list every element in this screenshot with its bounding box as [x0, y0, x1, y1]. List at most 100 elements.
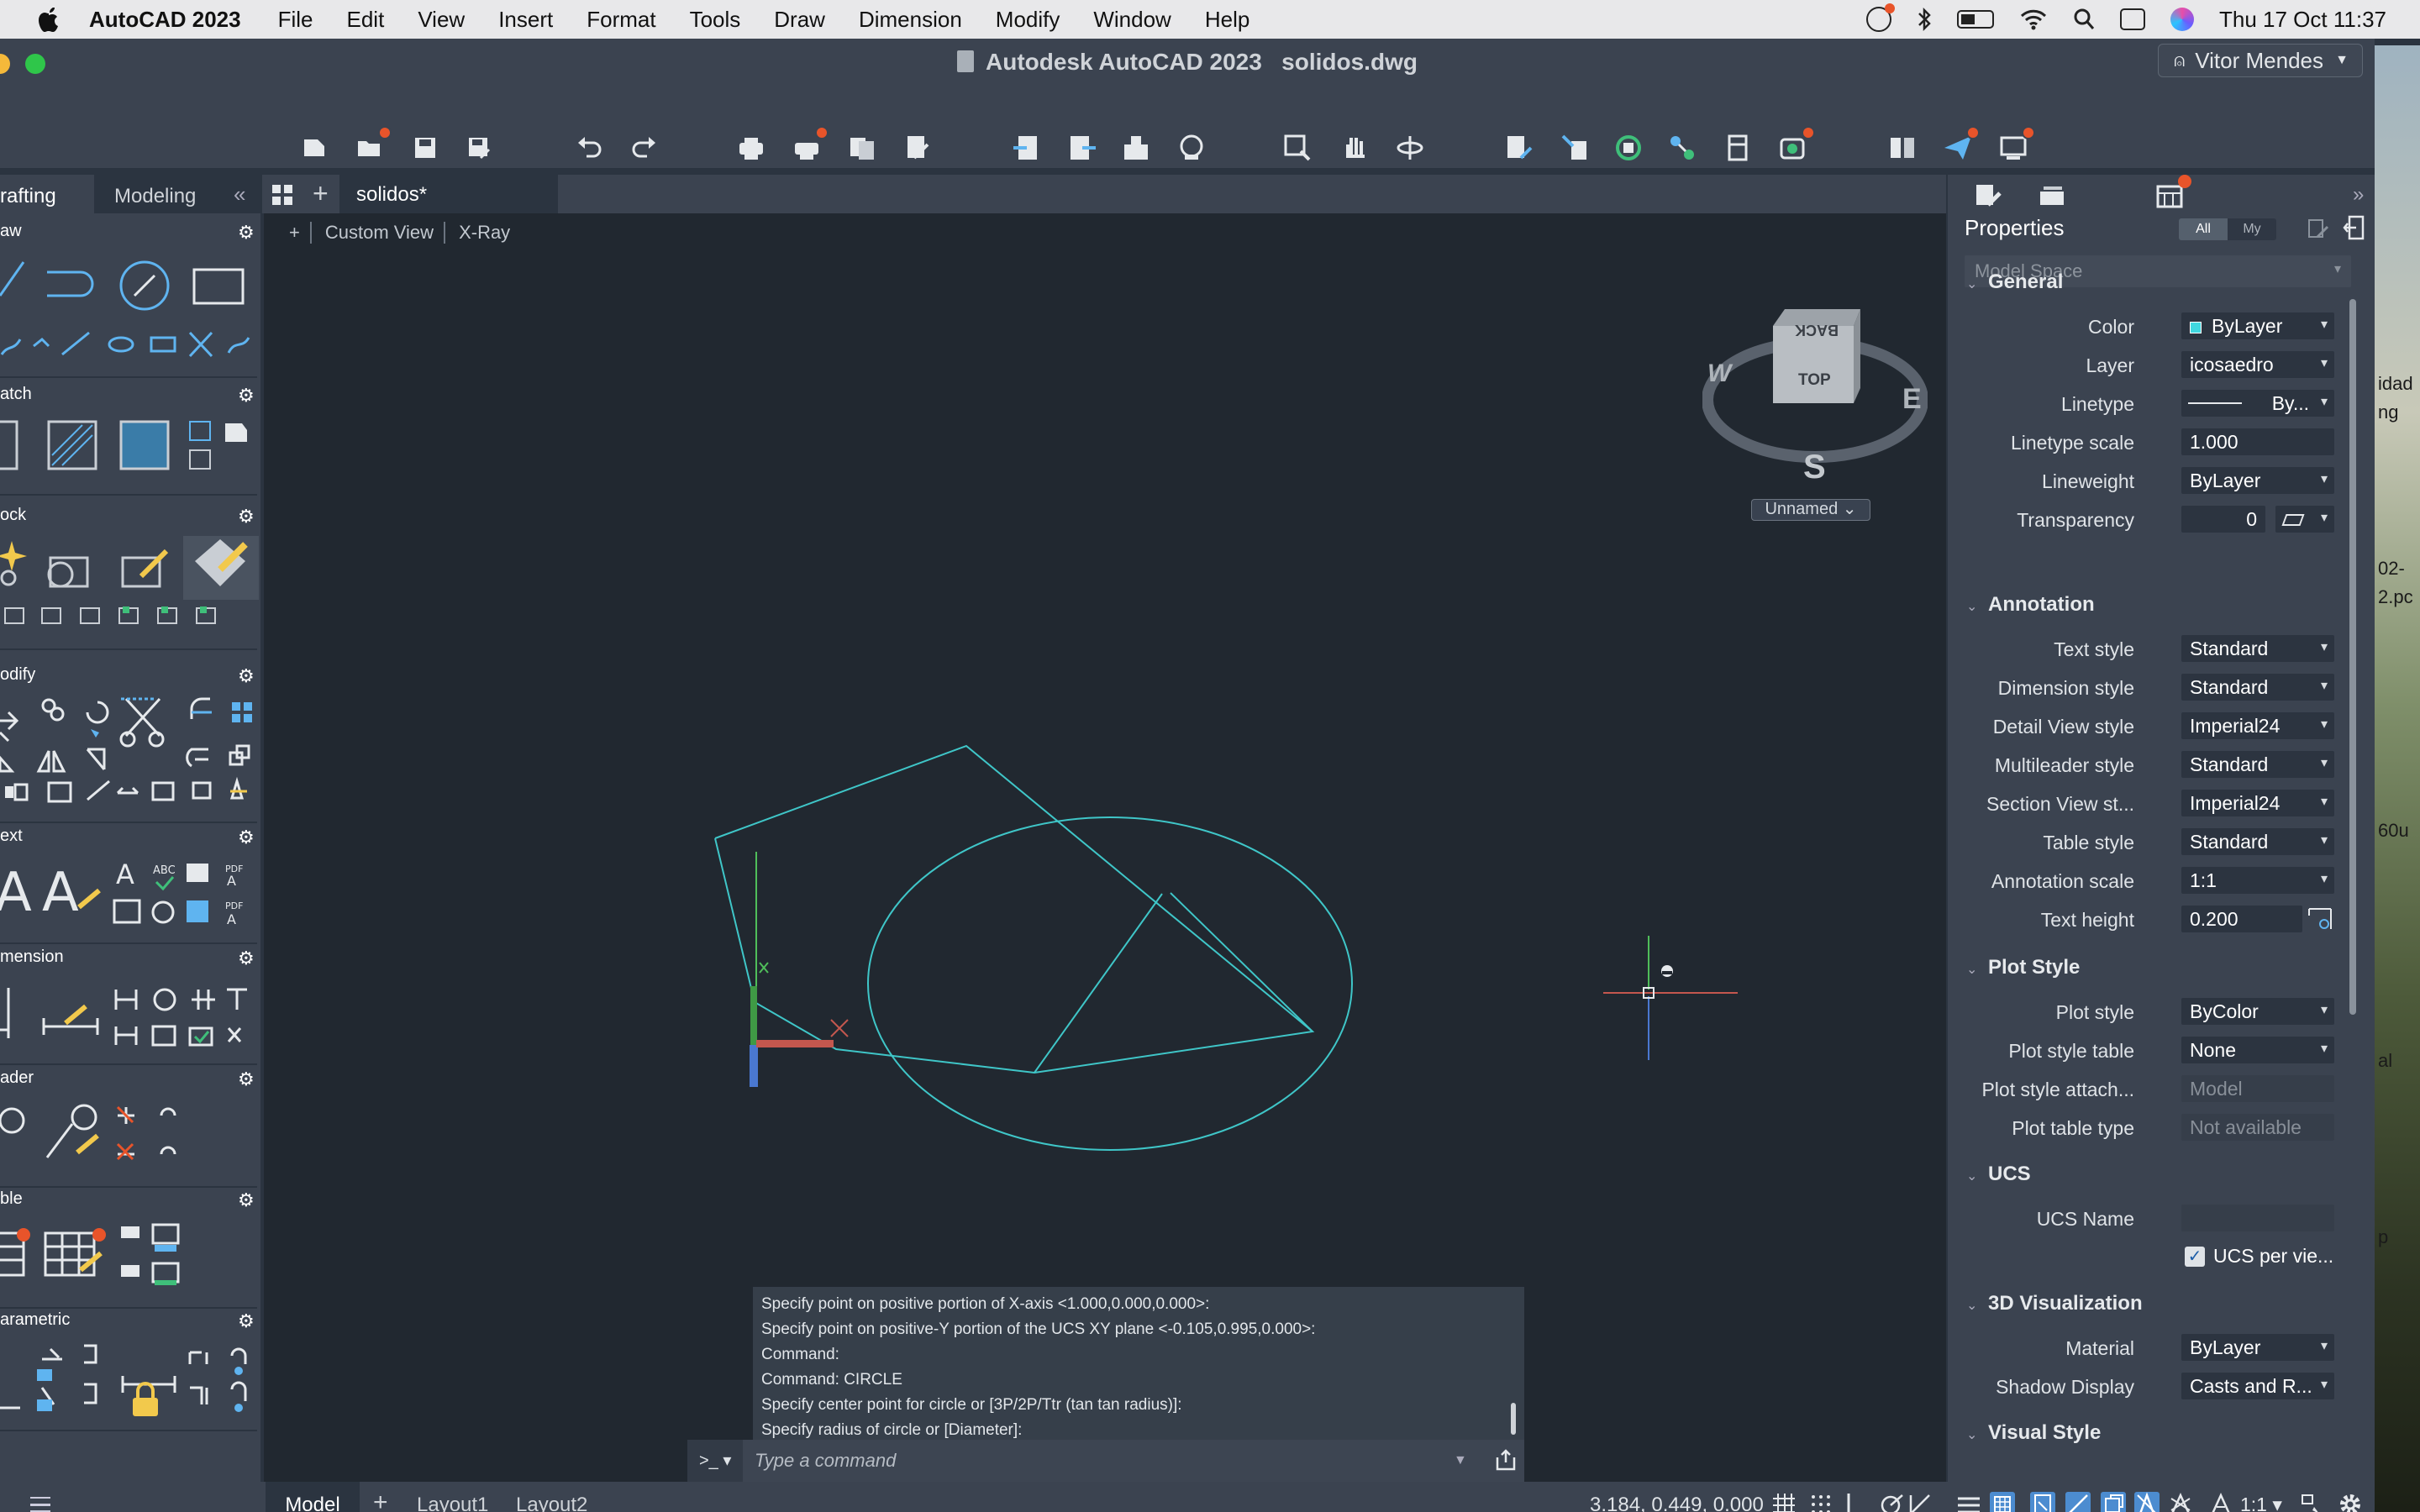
- section-visual-style[interactable]: ⌄ Visual Style: [1966, 1421, 2101, 1445]
- annotation-visibility-icon[interactable]: [2134, 1492, 2160, 1512]
- circle-icon[interactable]: [118, 259, 171, 312]
- line-icon[interactable]: [0, 259, 25, 297]
- match-properties-icon[interactable]: [1560, 133, 1590, 163]
- hatch-tools[interactable]: [0, 418, 252, 472]
- save-icon[interactable]: [410, 133, 440, 163]
- table-style-field[interactable]: Standard: [2181, 828, 2334, 855]
- menu-window[interactable]: Window: [1093, 7, 1171, 33]
- share-icon[interactable]: [1121, 133, 1151, 163]
- shadow-display-field[interactable]: Casts and R...: [2181, 1373, 2334, 1399]
- section-annotation[interactable]: ⌄ Annotation: [1966, 593, 2095, 617]
- command-input[interactable]: [743, 1450, 1454, 1472]
- dynamic-ucs-icon[interactable]: [2101, 1492, 2126, 1512]
- menu-dimension[interactable]: Dimension: [859, 7, 962, 33]
- workspace-icon[interactable]: [2299, 1492, 2324, 1512]
- section-plot-style[interactable]: ⌄ Plot Style: [1966, 956, 2080, 979]
- auto-scale-icon[interactable]: [2168, 1492, 2193, 1512]
- table-tools[interactable]: [0, 1216, 262, 1292]
- siri-icon[interactable]: [2170, 8, 2195, 31]
- gear-icon[interactable]: ⚙: [238, 948, 255, 969]
- compare-icon[interactable]: [1887, 133, 1918, 163]
- bluetooth-icon[interactable]: [1917, 7, 1932, 32]
- compass-s[interactable]: S: [1803, 449, 1826, 486]
- menu-app-name[interactable]: AutoCAD 2023: [89, 7, 241, 33]
- new-tab-button[interactable]: +: [313, 178, 329, 209]
- draw-small-tools[interactable]: [0, 329, 252, 360]
- menu-file[interactable]: File: [278, 7, 313, 33]
- text-tools[interactable]: A A A ABC PDF A PDF A: [0, 858, 262, 929]
- ucs-menu[interactable]: Unnamed ⌄: [1751, 499, 1870, 521]
- section-3d-visualization[interactable]: ⌄ 3D Visualization: [1966, 1292, 2143, 1315]
- drawing-viewport[interactable]: + Custom View X-Ray BACK TOP W E S Unnam…: [264, 213, 1946, 1482]
- material-field[interactable]: ByLayer: [2181, 1334, 2334, 1361]
- menu-insert[interactable]: Insert: [498, 7, 553, 33]
- plot-style-table-field[interactable]: None: [2181, 1037, 2334, 1063]
- text-style-field[interactable]: Standard: [2181, 635, 2334, 662]
- linetype-scale-field[interactable]: 1.000: [2181, 428, 2334, 455]
- batch-plot-icon[interactable]: [792, 126, 829, 163]
- command-dropdown-icon[interactable]: ▼: [1454, 1453, 1487, 1468]
- pick-height-icon[interactable]: [2306, 906, 2334, 932]
- properties-tab-icon[interactable]: [1973, 181, 2003, 208]
- selection-cycling-icon[interactable]: [2030, 1492, 2055, 1512]
- properties-scrollbar[interactable]: [2349, 299, 2356, 1015]
- ucs-per-view-checkbox[interactable]: ✓: [2185, 1247, 2205, 1267]
- dimension-style-field[interactable]: Standard: [2181, 674, 2334, 701]
- plot-icon[interactable]: [736, 133, 766, 163]
- publish-icon[interactable]: [847, 133, 877, 163]
- collapse-palette-icon[interactable]: «: [234, 181, 245, 207]
- coordinates-readout[interactable]: 3.184, 0.449, 0.000: [1590, 1494, 1764, 1512]
- menu-icon[interactable]: [30, 1497, 50, 1512]
- expand-panel-icon[interactable]: »: [2353, 183, 2364, 207]
- start-tab-icon[interactable]: [271, 183, 294, 207]
- annotation-scale-icon[interactable]: [2208, 1492, 2233, 1512]
- compass-w[interactable]: W: [1707, 360, 1731, 388]
- pan-icon[interactable]: [1339, 133, 1370, 163]
- ucs-name-field[interactable]: [2181, 1205, 2334, 1231]
- new-icon[interactable]: [299, 133, 329, 163]
- detail-view-style-field[interactable]: Imperial24: [2181, 712, 2334, 739]
- tab-modeling[interactable]: Modeling: [114, 185, 196, 208]
- section-view-style-field[interactable]: Imperial24: [2181, 790, 2334, 816]
- tab-solidos[interactable]: solidos*: [339, 175, 558, 213]
- modify-tools[interactable]: [0, 696, 262, 805]
- tab-layout2[interactable]: Layout2: [516, 1482, 587, 1512]
- clock-text[interactable]: Thu 17 Oct 11:37: [2219, 7, 2386, 33]
- linetype-field[interactable]: By...: [2181, 390, 2334, 417]
- dimension-tools[interactable]: [0, 979, 262, 1047]
- gear-icon[interactable]: ⚙: [238, 827, 255, 848]
- multileader-style-field[interactable]: Standard: [2181, 751, 2334, 778]
- search-icon[interactable]: [2073, 8, 2095, 31]
- tab-drafting[interactable]: rafting: [0, 175, 94, 213]
- viewcube[interactable]: BACK TOP W E S: [1702, 291, 1928, 534]
- text-height-field[interactable]: 0.200: [2181, 906, 2302, 932]
- leader-tools[interactable]: [0, 1099, 262, 1166]
- transparency-toggle-icon[interactable]: [1990, 1492, 2015, 1512]
- compass-e[interactable]: E: [1902, 383, 1922, 416]
- annotation-scale-field[interactable]: 1:1: [2181, 867, 2334, 894]
- tab-layout1[interactable]: Layout1: [417, 1482, 488, 1512]
- panel-exit-icon[interactable]: [2343, 215, 2365, 240]
- send-icon[interactable]: [1943, 126, 1980, 163]
- blocks-tab-icon[interactable]: [2154, 175, 2191, 208]
- properties-toolbar-icon[interactable]: [1504, 133, 1534, 163]
- menu-tools[interactable]: Tools: [690, 7, 741, 33]
- edit-properties-icon[interactable]: [2307, 217, 2329, 240]
- block-tools[interactable]: [0, 536, 262, 628]
- page-setup-icon[interactable]: [902, 133, 933, 163]
- filter-my-button[interactable]: My: [2228, 218, 2276, 240]
- transparency-menu[interactable]: [2275, 506, 2334, 533]
- battery-icon[interactable]: [1957, 10, 1995, 29]
- scale-readout[interactable]: 1:1 ▾: [2240, 1494, 2282, 1512]
- transparency-field[interactable]: 0: [2181, 506, 2265, 533]
- menu-format[interactable]: Format: [587, 7, 655, 33]
- rectangle-icon[interactable]: [192, 267, 245, 306]
- viewcube-back[interactable]: BACK: [1795, 321, 1839, 339]
- orbit-icon[interactable]: [1395, 133, 1425, 163]
- command-history-scrollbar[interactable]: [1511, 1403, 1516, 1435]
- gear-icon[interactable]: [2338, 1492, 2363, 1512]
- command-prompt-icon[interactable]: >_ ▾: [687, 1440, 743, 1482]
- save-as-icon[interactable]: [464, 133, 494, 163]
- zoom-window-icon[interactable]: [1282, 133, 1313, 163]
- viewcube-top[interactable]: TOP: [1798, 371, 1831, 390]
